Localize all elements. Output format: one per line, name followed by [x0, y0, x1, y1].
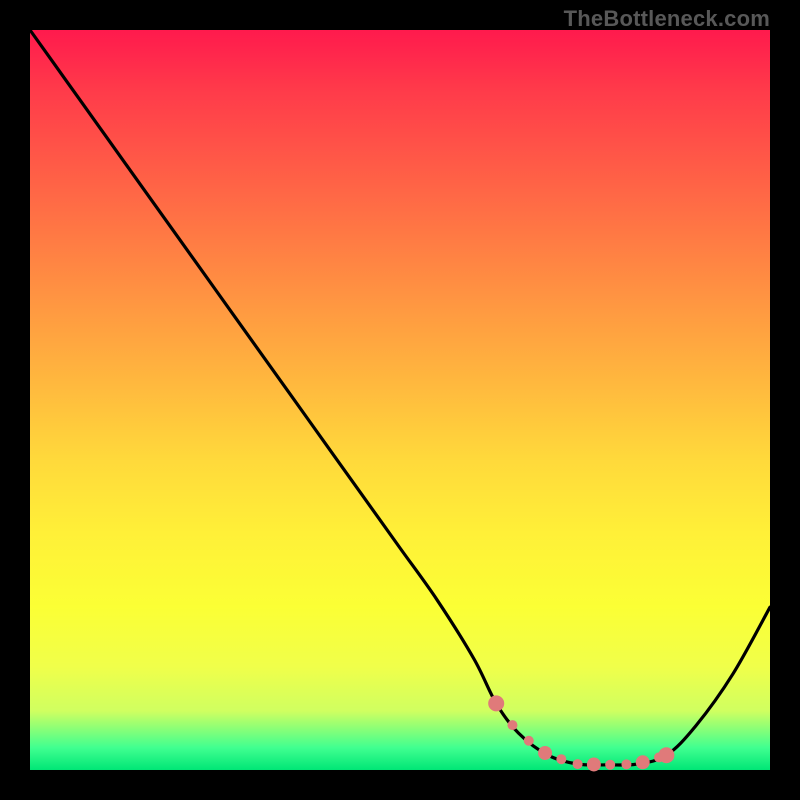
plot-area — [30, 30, 770, 770]
optimal-marker-dot — [605, 760, 615, 770]
curve-layer — [30, 30, 770, 770]
optimal-marker-endcap — [488, 695, 504, 711]
optimal-marker-dot — [538, 746, 552, 760]
optimal-marker-dot — [573, 759, 583, 769]
bottleneck-curve-path — [30, 30, 770, 765]
chart-frame: TheBottleneck.com — [0, 0, 800, 800]
optimal-marker-dot — [524, 736, 534, 746]
optimal-marker-dot — [636, 755, 650, 769]
optimal-marker-endcap — [658, 747, 674, 763]
watermark-text: TheBottleneck.com — [564, 6, 770, 32]
optimal-markers — [488, 695, 674, 771]
optimal-marker-dot — [621, 759, 631, 769]
optimal-marker-dot — [556, 754, 566, 764]
optimal-marker-dot — [507, 720, 517, 730]
optimal-marker-dot — [587, 757, 601, 771]
